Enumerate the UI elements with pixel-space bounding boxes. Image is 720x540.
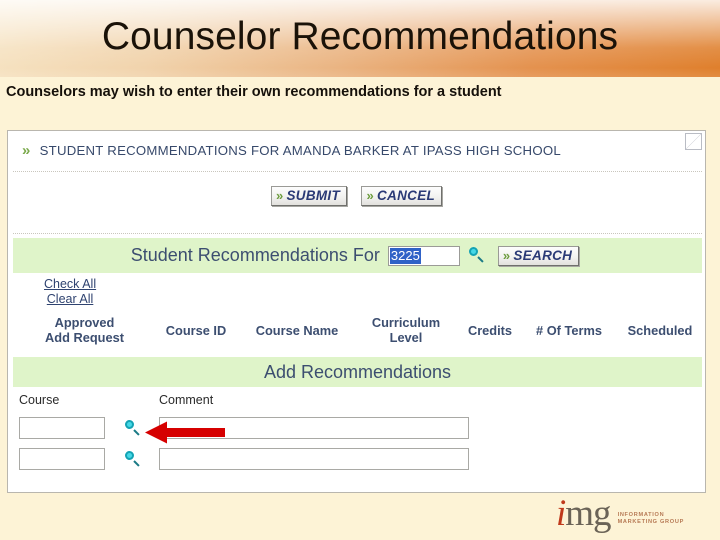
embedded-app-screenshot: » STUDENT RECOMMENDATIONS FOR AMANDA BARK… xyxy=(7,130,706,493)
app-page-title-text: STUDENT RECOMMENDATIONS FOR AMANDA BARKE… xyxy=(39,143,561,158)
chevron-double-right-icon: » xyxy=(502,247,511,263)
chevron-double-right-icon: » xyxy=(366,188,374,203)
logo-tagline-line1: INFORMATION xyxy=(617,512,665,518)
search-button-label: SEARCH xyxy=(513,247,573,263)
search-button[interactable]: » SEARCH xyxy=(497,245,580,266)
app-page-title: » STUDENT RECOMMENDATIONS FOR AMANDA BARK… xyxy=(22,142,561,159)
search-input[interactable] xyxy=(387,245,460,266)
column-header-num-of-terms: # Of Terms xyxy=(536,323,602,338)
logo-tagline: INFORMATION MARKETING GROUP xyxy=(618,512,684,526)
course-field-label: Course xyxy=(19,393,60,407)
comment-input[interactable] xyxy=(159,448,469,470)
column-header-course-name: Course Name xyxy=(255,323,339,338)
logo-letters-mg: mg xyxy=(565,493,611,534)
column-header-curriculum-level: Curriculum Level xyxy=(358,315,454,345)
submit-button-label: SUBMIT xyxy=(286,188,341,203)
column-header-course-id: Course ID xyxy=(165,323,227,338)
student-search-band: Student Recommendations For 3225 »SEARCH xyxy=(13,238,702,273)
img-logo: img INFORMATION MARKETING GROUP xyxy=(556,495,684,532)
column-header-curriculum-line1: Curriculum xyxy=(371,315,441,330)
column-header-curriculum-line2: Level xyxy=(389,330,423,345)
submit-button[interactable]: » SUBMIT xyxy=(270,186,348,206)
logo-tagline-line2: MARKETING GROUP xyxy=(617,519,684,525)
chevron-double-right-icon: » xyxy=(22,142,31,159)
search-icon[interactable] xyxy=(468,247,486,264)
column-header-scheduled: Scheduled xyxy=(627,323,693,338)
add-recommendation-row xyxy=(8,417,705,441)
comment-input[interactable] xyxy=(159,417,469,439)
clear-all-link[interactable]: Clear All xyxy=(44,292,96,307)
column-header-approved-line1: Approved xyxy=(54,315,115,330)
page-title: Counselor Recommendations xyxy=(101,15,619,58)
check-all-link[interactable]: Check All xyxy=(44,277,96,292)
comment-field-label: Comment xyxy=(159,393,214,407)
results-table-header: Approved Add Request Course ID Course Na… xyxy=(13,313,702,351)
add-recommendations-band: Add Recommendations xyxy=(13,357,702,387)
slide-canvas: Counselor Recommendations Counselors may… xyxy=(0,0,720,540)
logo-letter-i: i xyxy=(556,493,566,534)
column-header-approved: Approved Add Request xyxy=(27,315,142,345)
course-input[interactable] xyxy=(19,417,105,439)
divider-top xyxy=(13,171,702,172)
search-input-wrapper: 3225 xyxy=(387,245,460,266)
course-lookup-icon[interactable] xyxy=(125,420,142,437)
chevron-double-right-icon: » xyxy=(275,188,284,203)
title-banner: Counselor Recommendations xyxy=(0,0,720,77)
cancel-button[interactable]: » CANCEL xyxy=(361,186,443,206)
cancel-button-label: CANCEL xyxy=(377,188,436,203)
divider-mid xyxy=(13,233,702,234)
bulk-select-links: Check All Clear All xyxy=(44,277,96,307)
course-lookup-icon[interactable] xyxy=(125,451,142,468)
column-header-credits: Credits xyxy=(467,323,513,338)
add-recommendation-row xyxy=(8,448,705,472)
add-recommendations-title: Add Recommendations xyxy=(263,362,452,382)
resize-handle-icon[interactable] xyxy=(685,133,702,150)
slide-body-text: Counselors may wish to enter their own r… xyxy=(6,84,502,100)
search-label: Student Recommendations For xyxy=(130,245,380,265)
course-input[interactable] xyxy=(19,448,105,470)
logo-wordmark: img xyxy=(556,495,612,532)
column-header-approved-line2: Add Request xyxy=(45,330,124,345)
action-button-row: » SUBMIT » CANCEL xyxy=(8,186,705,206)
